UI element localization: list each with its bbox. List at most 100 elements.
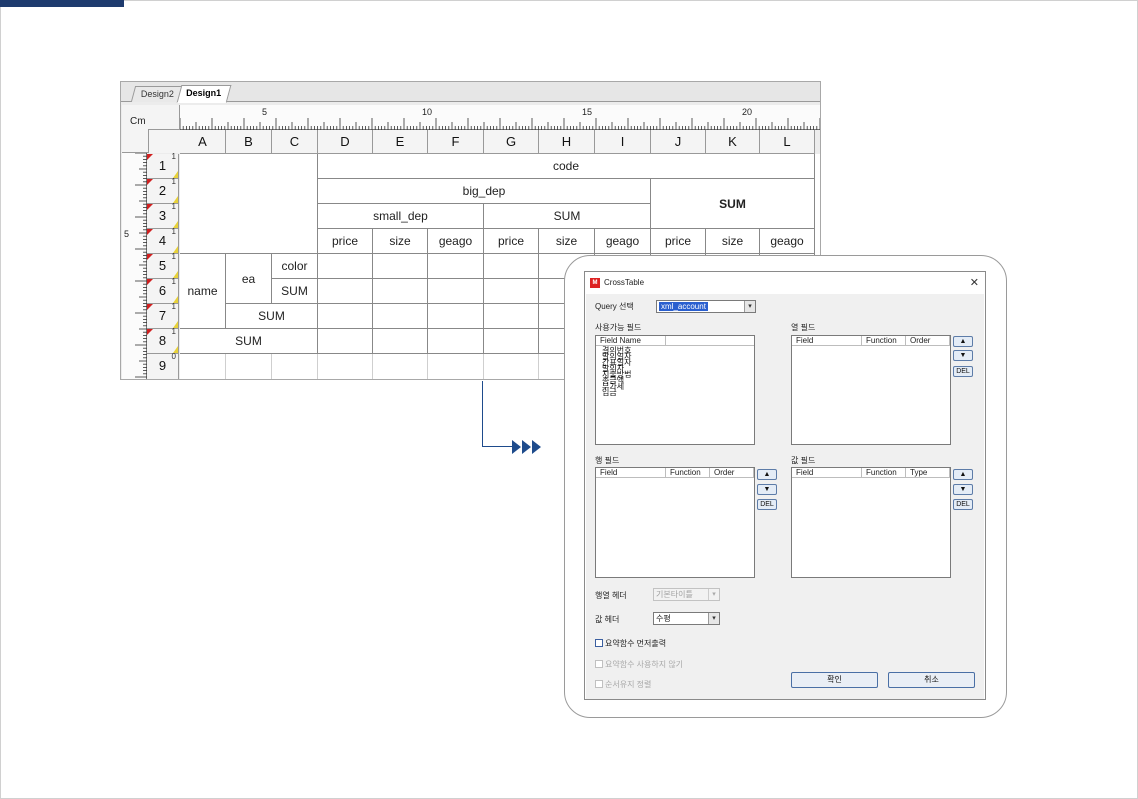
column-header-j[interactable]: J	[651, 130, 706, 154]
grid-cell-g4[interactable]: price	[484, 229, 539, 254]
row-number: 4	[158, 233, 167, 248]
column-header-function[interactable]: Function	[862, 336, 906, 345]
value-delete-button[interactable]: DEL	[953, 499, 973, 510]
row-header-1[interactable]: 11	[147, 152, 179, 179]
column-header-g[interactable]: G	[484, 130, 539, 154]
grid-cell[interactable]	[428, 304, 484, 329]
grid-cell-sum-c6[interactable]: SUM	[272, 279, 318, 304]
grid-cell[interactable]	[484, 354, 539, 379]
row-move-up-button[interactable]: ▲	[757, 469, 777, 480]
row-header-4[interactable]: 41	[147, 227, 179, 254]
value-header-field[interactable]: Field	[792, 468, 862, 477]
value-header-type[interactable]: Type	[906, 468, 950, 477]
column-header-e[interactable]: E	[373, 130, 428, 154]
value-move-down-button[interactable]: ▼	[953, 484, 973, 495]
grid-cell[interactable]	[373, 329, 428, 354]
grid-cell-l4[interactable]: geago	[760, 229, 815, 254]
column-header-order[interactable]: Order	[906, 336, 950, 345]
grid-cell[interactable]	[428, 354, 484, 379]
grid-cell-h4[interactable]: size	[539, 229, 595, 254]
value-fields-list[interactable]: Field Function Type	[791, 467, 951, 578]
grid-cell[interactable]	[373, 254, 428, 279]
grid-cell[interactable]	[318, 304, 373, 329]
column-header-d[interactable]: D	[318, 130, 373, 154]
column-delete-button[interactable]: DEL	[953, 366, 973, 377]
arrow-right-icon	[512, 440, 521, 454]
list-item[interactable]: 입금	[602, 389, 617, 397]
grid-cell[interactable]	[373, 304, 428, 329]
available-fields-list[interactable]: Field Name 결의번호 발의일자 간표일자 발의자 지출방법 총금액 부…	[595, 335, 755, 445]
row-header-6[interactable]: 61	[147, 277, 179, 304]
grid-cell[interactable]	[428, 279, 484, 304]
column-fields-list[interactable]: Field Function Order	[791, 335, 951, 445]
grid-cell[interactable]	[318, 329, 373, 354]
select-all-cell[interactable]	[148, 129, 180, 153]
row-fields-list[interactable]: Field Function Order	[595, 467, 755, 578]
grid-cell[interactable]	[318, 279, 373, 304]
row-header-8[interactable]: 81	[147, 327, 179, 354]
grid-cell-j4[interactable]: price	[651, 229, 706, 254]
tab-design1[interactable]: Design1	[176, 85, 232, 103]
grid-cell-sum-subtotal-column[interactable]: SUM	[484, 204, 651, 229]
row-move-down-button[interactable]: ▼	[757, 484, 777, 495]
row-header-field[interactable]: Field	[596, 468, 666, 477]
grid-cell-i4[interactable]: geago	[595, 229, 651, 254]
grid-cell-name[interactable]: name	[180, 254, 226, 329]
row-header-function[interactable]: Function	[666, 468, 710, 477]
grid-cell[interactable]	[180, 354, 226, 379]
grid-cell-small-dep[interactable]: small_dep	[318, 204, 484, 229]
grid-cell-sum-b7[interactable]: SUM	[226, 304, 318, 329]
column-header-a[interactable]: A	[180, 130, 226, 154]
available-header-field-name[interactable]: Field Name	[596, 336, 666, 345]
grid-cell[interactable]	[373, 354, 428, 379]
grid-cell-f4[interactable]: geago	[428, 229, 484, 254]
grid-cell[interactable]	[318, 254, 373, 279]
grid-cell[interactable]	[484, 304, 539, 329]
grid-cell-big-dep[interactable]: big_dep	[318, 179, 651, 204]
ok-button[interactable]: 확인	[791, 672, 878, 688]
query-select[interactable]: xml_account ▾	[656, 300, 756, 313]
column-header-i[interactable]: I	[595, 130, 651, 154]
close-icon[interactable]: ✕	[970, 276, 979, 289]
cancel-button[interactable]: 취소	[888, 672, 975, 688]
row-header-order[interactable]: Order	[710, 468, 754, 477]
value-move-up-button[interactable]: ▲	[953, 469, 973, 480]
column-header-f[interactable]: F	[428, 130, 484, 154]
column-move-down-button[interactable]: ▼	[953, 350, 973, 361]
grid-cell[interactable]	[226, 354, 272, 379]
grid-cell-sum-total-column[interactable]: SUM	[651, 179, 815, 229]
grid-cell[interactable]	[484, 279, 539, 304]
summary-first-checkbox[interactable]: 요약함수 먼저출력	[595, 638, 666, 649]
grid-cell[interactable]	[484, 329, 539, 354]
row-header-2[interactable]: 21	[147, 177, 179, 204]
grid-cell[interactable]	[318, 354, 373, 379]
grid-cell[interactable]	[272, 354, 318, 379]
column-header-c[interactable]: C	[272, 130, 318, 154]
row-header-5[interactable]: 51	[147, 252, 179, 279]
row-header-9[interactable]: 90	[147, 352, 179, 379]
column-move-up-button[interactable]: ▲	[953, 336, 973, 347]
value-header-function[interactable]: Function	[862, 468, 906, 477]
row-header-3[interactable]: 31	[147, 202, 179, 229]
column-header-b[interactable]: B	[226, 130, 272, 154]
grid-cell-d4[interactable]: price	[318, 229, 373, 254]
value-header-select[interactable]: 수평 ▾	[653, 612, 720, 625]
column-header-k[interactable]: K	[706, 130, 760, 154]
row-delete-button[interactable]: DEL	[757, 499, 777, 510]
grid-cell[interactable]	[484, 254, 539, 279]
grid-cell[interactable]	[428, 254, 484, 279]
grid-cell[interactable]	[373, 279, 428, 304]
column-header-field[interactable]: Field	[792, 336, 862, 345]
row-number: 5	[158, 258, 167, 273]
column-header-l[interactable]: L	[760, 130, 815, 154]
column-header-h[interactable]: H	[539, 130, 595, 154]
grid-cell[interactable]	[428, 329, 484, 354]
grid-cell-sum-a8[interactable]: SUM	[180, 329, 318, 354]
row-header-7[interactable]: 71	[147, 302, 179, 329]
grid-cell-e4[interactable]: size	[373, 229, 428, 254]
grid-cell-color[interactable]: color	[272, 254, 318, 279]
grid-cell-ea[interactable]: ea	[226, 254, 272, 304]
grid-cell-code[interactable]: code	[318, 154, 815, 179]
grid-cell-k4[interactable]: size	[706, 229, 760, 254]
grid-cell-corner-block[interactable]	[180, 154, 318, 254]
